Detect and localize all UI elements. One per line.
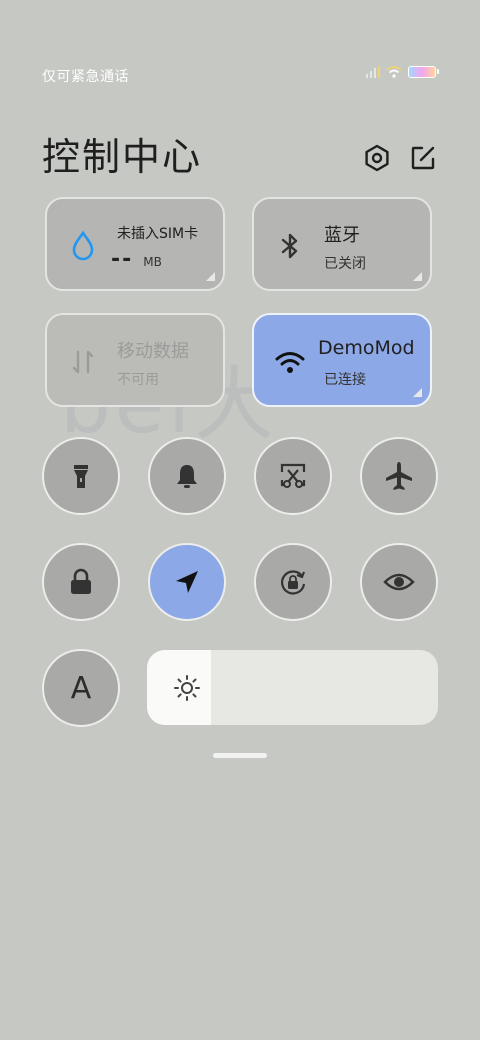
location-toggle[interactable] <box>148 543 226 621</box>
sim-label: 未插入SIM卡 <box>117 226 199 242</box>
battery-icon <box>408 66 439 78</box>
notification-toggle[interactable] <box>148 437 226 515</box>
brightness-slider[interactable] <box>147 650 438 725</box>
drag-handle[interactable] <box>213 753 267 758</box>
bluetooth-icon <box>281 233 298 259</box>
signal-icon <box>366 66 380 78</box>
flashlight-icon <box>74 465 88 488</box>
carrier-status: 仅可紧急通话 <box>42 69 129 85</box>
edit-icon[interactable] <box>408 143 438 173</box>
flashlight-toggle[interactable] <box>42 437 120 515</box>
rotation-lock-icon <box>281 570 306 595</box>
reading-mode-toggle[interactable] <box>360 543 438 621</box>
expand-corner-icon <box>206 272 215 281</box>
lock-screen-toggle[interactable] <box>42 543 120 621</box>
mobile-data-status: 不可用 <box>117 372 159 388</box>
page-title: 控制中心 <box>42 135 203 179</box>
water-drop-icon <box>72 230 94 261</box>
screenshot-toggle[interactable] <box>254 437 332 515</box>
status-bar: 仅可紧急通话 <box>0 0 480 100</box>
bluetooth-tile[interactable]: 蓝牙 已关闭 <box>252 197 432 291</box>
sim-data-tile[interactable]: 未插入SIM卡 -- MB <box>45 197 225 291</box>
wifi-network-name: DemoMod <box>318 337 415 359</box>
data-usage: -- MB <box>111 247 162 272</box>
data-usage-unit: MB <box>143 255 162 269</box>
airplane-icon <box>386 462 412 490</box>
wifi-status: 已连接 <box>324 372 366 388</box>
location-arrow-icon <box>176 571 198 593</box>
lock-icon <box>71 568 91 594</box>
sun-icon <box>174 675 200 701</box>
data-usage-value: -- <box>111 247 134 272</box>
airplane-mode-toggle[interactable] <box>360 437 438 515</box>
bell-icon <box>177 465 197 488</box>
data-transfer-icon <box>72 350 94 374</box>
auto-text-size-toggle[interactable]: A <box>42 649 120 727</box>
expand-corner-icon <box>413 388 422 397</box>
expand-corner-icon <box>413 272 422 281</box>
rotation-lock-toggle[interactable] <box>254 543 332 621</box>
wifi-icon <box>386 66 402 78</box>
mobile-data-tile[interactable]: 移动数据 不可用 <box>45 313 225 407</box>
eye-icon <box>383 573 415 591</box>
bluetooth-status: 已关闭 <box>324 256 366 272</box>
wifi-icon <box>275 352 305 373</box>
mobile-data-label: 移动数据 <box>117 341 189 362</box>
wifi-tile[interactable]: DemoMod 已连接 <box>252 313 432 407</box>
bluetooth-label: 蓝牙 <box>324 225 360 246</box>
status-icons <box>366 66 439 78</box>
settings-icon[interactable] <box>362 143 392 173</box>
font-size-icon: A <box>70 670 92 706</box>
scissors-icon <box>280 463 306 488</box>
